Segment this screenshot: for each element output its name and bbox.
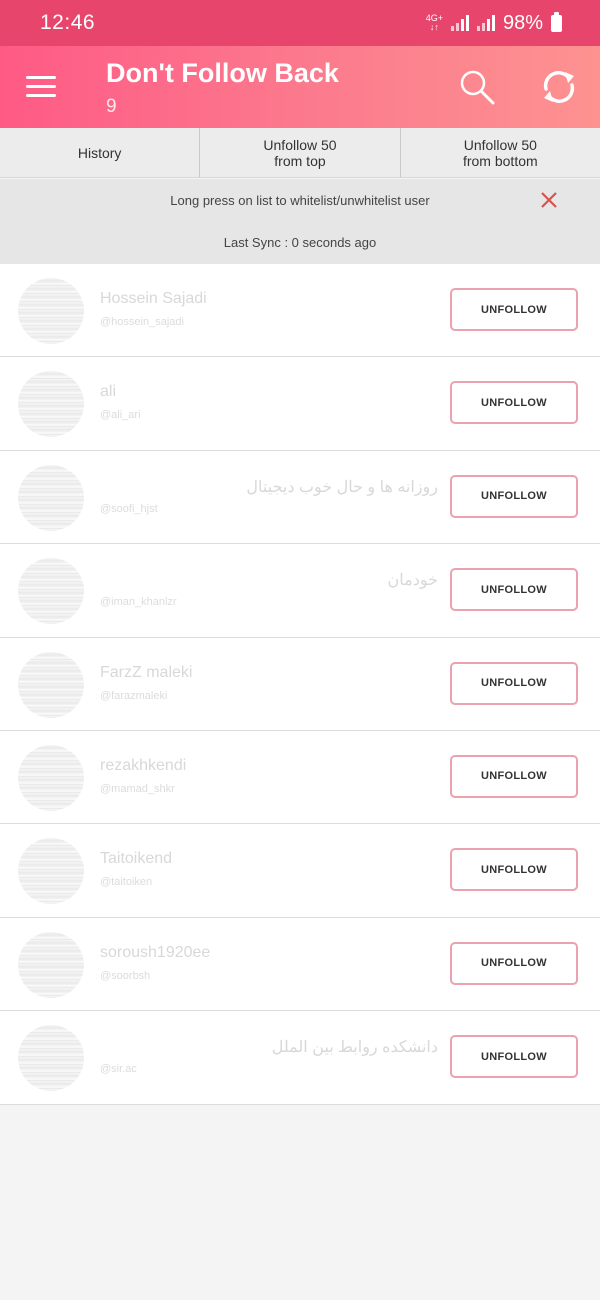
- avatar: [18, 838, 84, 905]
- user-handle: @soorbsh: [100, 969, 151, 982]
- list-item[interactable]: روزانه ها و حال خوب دیجیتال @soofi_hjst UN…: [0, 450, 600, 545]
- user-name: دانشکده روابط بین الملل: [271, 1039, 438, 1057]
- user-handle: @farazmaleki: [100, 689, 168, 702]
- status-time: 12:46: [40, 11, 96, 34]
- avatar: [18, 558, 84, 625]
- avatar: [18, 278, 84, 344]
- sync-icon[interactable]: [538, 66, 580, 108]
- user-name: FarzZ maleki: [100, 663, 193, 681]
- user-handle: @ali_ari: [100, 409, 141, 422]
- user-handle: @taitoiken: [100, 876, 153, 889]
- unfollow-button[interactable]: UNFOLLOW: [450, 754, 578, 798]
- user-name: روزانه ها و حال خوب دیجیتال: [246, 478, 438, 496]
- tab-unfollow-50-bottom[interactable]: Unfollow 50 from bottom: [401, 128, 600, 177]
- user-handle: @sir.ac: [100, 1063, 137, 1076]
- search-icon[interactable]: [458, 68, 496, 106]
- list-item[interactable]: ali @ali_ari UNFOLLOW: [0, 357, 600, 451]
- tab-unfollow-50-top[interactable]: Unfollow 50 from top: [200, 128, 401, 177]
- non-follower-count: 9: [106, 96, 117, 117]
- tab-history[interactable]: History: [0, 128, 201, 177]
- app-bar: Don't Follow Back 9: [0, 46, 600, 128]
- list-item[interactable]: Hossein Sajadi @hossein_sajadi UNFOLLOW: [0, 264, 600, 358]
- user-name: rezakhkendi: [100, 756, 187, 774]
- user-name: ali: [100, 383, 117, 401]
- info-banner: Long press on list to whitelist/unwhitel…: [0, 179, 600, 264]
- user-handle: @iman_khanlzr: [100, 596, 177, 609]
- user-name: soroush1920ee: [100, 943, 211, 961]
- battery-percent: 98%: [502, 11, 543, 34]
- list-item[interactable]: rezakhkendi @mamad_shkr UNFOLLOW: [0, 730, 600, 825]
- status-bar: 12:46 4G+ ↓↑ 98%: [0, 0, 600, 46]
- action-tabs: History Unfollow 50 from top Unfollow 50 f…: [0, 128, 600, 178]
- list-item[interactable]: soroush1920ee @soorbsh UNFOLLOW: [0, 917, 600, 1012]
- unfollow-button[interactable]: UNFOLLOW: [450, 661, 578, 705]
- list-item[interactable]: خودمان @iman_khanlzr UNFOLLOW: [0, 544, 600, 638]
- page-title: Don't Follow Back: [106, 58, 339, 88]
- user-name: خودمان: [387, 572, 438, 590]
- menu-icon[interactable]: [26, 76, 56, 98]
- unfollow-button[interactable]: UNFOLLOW: [450, 288, 578, 331]
- unfollow-button[interactable]: UNFOLLOW: [450, 941, 578, 985]
- user-handle: @hossein_sajadi: [100, 316, 184, 328]
- user-name: Hossein Sajadi: [100, 290, 207, 307]
- close-icon[interactable]: [538, 189, 560, 211]
- avatar: [18, 931, 84, 998]
- signal-icon: [450, 15, 469, 31]
- user-list: Hossein Sajadi @hossein_sajadi UNFOLLOW ali…: [0, 264, 600, 1105]
- avatar: [18, 1025, 84, 1092]
- signal-icon-2: [476, 15, 495, 31]
- avatar: [18, 371, 84, 438]
- unfollow-button[interactable]: UNFOLLOW: [450, 1035, 578, 1079]
- avatar: [18, 651, 84, 718]
- battery-icon: [551, 11, 562, 32]
- network-type-label: 4G+ ↓↑: [425, 13, 443, 32]
- last-sync-text: Last Sync : 0 seconds ago: [223, 235, 377, 250]
- avatar: [18, 464, 84, 531]
- unfollow-button[interactable]: UNFOLLOW: [450, 474, 578, 518]
- user-handle: @mamad_shkr: [100, 782, 175, 795]
- user-name: Taitoikend: [100, 850, 173, 868]
- list-item[interactable]: Taitoikend @taitoiken UNFOLLOW: [0, 824, 600, 918]
- status-indicators: 4G+ ↓↑ 98%: [425, 11, 562, 35]
- unfollow-button[interactable]: UNFOLLOW: [450, 381, 578, 425]
- list-item[interactable]: دانشکده روابط بین الملل @sir.ac UNFOLLOW: [0, 1011, 600, 1105]
- list-item[interactable]: FarzZ maleki @farazmaleki UNFOLLOW: [0, 637, 600, 731]
- user-handle: @soofi_hjst: [100, 502, 158, 515]
- whitelist-hint: Long press on list to whitelist/unwhitel…: [170, 193, 430, 208]
- avatar: [18, 744, 84, 811]
- unfollow-button[interactable]: UNFOLLOW: [450, 848, 578, 892]
- unfollow-button[interactable]: UNFOLLOW: [450, 568, 578, 612]
